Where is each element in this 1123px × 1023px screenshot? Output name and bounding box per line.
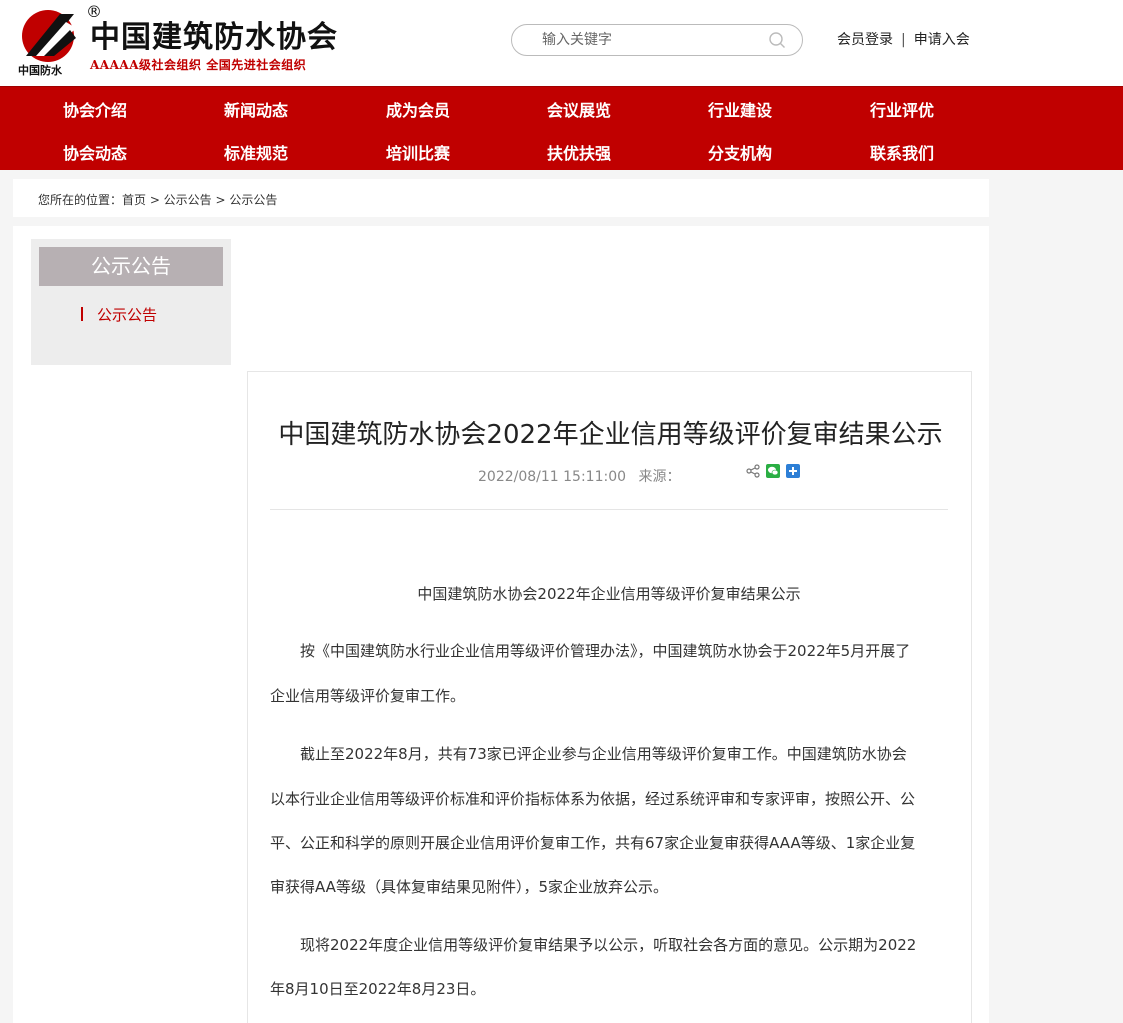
body-line: 年8月10日至2022年8月23日。 [270, 980, 486, 998]
body-line: 以本行业企业信用等级评价标准和评价指标体系为依据，经过系统评审和专家评审，按照公… [270, 790, 916, 808]
sidebar-item-announcements[interactable]: 公示公告 [81, 304, 157, 325]
svg-text:中国防水: 中国防水 [18, 63, 63, 77]
article-title: 中国建筑防水协会2022年企业信用等级评价复审结果公示 [278, 420, 943, 450]
body-line: 现将2022年度企业信用等级评价复审结果予以公示，听取社会各方面的意见。公示期为… [270, 936, 917, 954]
breadcrumb: 您所在的位置：首页 > 公示公告 > 公示公告 [13, 179, 989, 217]
nav-item-standards[interactable]: 标准规范 [224, 140, 344, 164]
body-line: 截止至2022年8月，共有73家已评企业参与企业信用等级评价复审工作。中国建筑防… [270, 745, 907, 763]
main-nav: 协会介绍 新闻动态 成为会员 会议展览 行业建设 行业评优 协会动态 标准规范 … [0, 86, 1123, 170]
search-input[interactable] [542, 25, 762, 55]
body-line: 按《中国建筑防水行业企业信用等级评价管理办法》，中国建筑防水协会于2022年5月… [270, 642, 911, 660]
wechat-icon[interactable] [766, 464, 780, 478]
member-separator: | [901, 32, 906, 48]
nav-item-association-news[interactable]: 协会动态 [63, 140, 183, 164]
member-login-link[interactable]: 会员登录 [837, 32, 893, 48]
breadcrumb-text[interactable]: 您所在的位置：首页 > 公示公告 > 公示公告 [38, 191, 277, 208]
nav-item-training[interactable]: 培训比赛 [386, 140, 506, 164]
site-title: 中国建筑防水协会 [90, 20, 338, 55]
member-links: 会员登录 | 申请入会 [837, 29, 970, 49]
article: 中国建筑防水协会2022年企业信用等级评价复审结果公示 2022/08/11 1… [247, 371, 972, 1023]
nav-item-industry[interactable]: 行业建设 [708, 97, 828, 121]
site-logo[interactable]: 中国防水 ® 中国建筑防水协会 AAAAA级社会组织 全国先进社会组织 [18, 2, 348, 78]
nav-item-support[interactable]: 扶优扶强 [547, 140, 667, 164]
body-title: 中国建筑防水协会2022年企业信用等级评价复审结果公示 [417, 585, 801, 603]
sidebar: 公示公告 公示公告 [31, 239, 231, 365]
active-indicator [81, 307, 83, 321]
search-icon[interactable] [768, 31, 786, 49]
nav-item-exhibitions[interactable]: 会议展览 [547, 97, 667, 121]
site-slogan: AAAAA级社会组织 全国先进社会组织 [90, 58, 307, 72]
sidebar-item-label: 公示公告 [97, 306, 158, 324]
nav-item-contact[interactable]: 联系我们 [870, 140, 990, 164]
body-line: 审获得AA等级（具体复审结果见附件），5家企业放弃公示。 [270, 878, 668, 896]
nav-item-branches[interactable]: 分支机构 [708, 140, 828, 164]
nav-item-awards[interactable]: 行业评优 [870, 97, 990, 121]
article-source-label: 来源： [638, 469, 681, 485]
sidebar-title: 公示公告 [39, 247, 223, 286]
body-line: 企业信用等级评价复审工作。 [270, 687, 466, 705]
add-more-icon[interactable] [786, 464, 800, 478]
body-line: 平、公正和科学的原则开展企业信用评价复审工作，共有67家企业复审获得AAA等级、… [270, 834, 916, 852]
article-datetime: 2022/08/11 15:11:00 [478, 469, 627, 485]
join-link[interactable]: 申请入会 [914, 32, 970, 48]
search-box [511, 24, 803, 56]
nav-item-membership[interactable]: 成为会员 [386, 97, 506, 121]
logo-mark-icon: 中国防水 [18, 10, 76, 77]
nav-item-news[interactable]: 新闻动态 [224, 97, 344, 121]
header: 中国防水 ® 中国建筑防水协会 AAAAA级社会组织 全国先进社会组织 会员登录… [0, 0, 1123, 86]
article-divider [270, 509, 948, 510]
share-icon[interactable] [746, 464, 760, 478]
article-meta: 2022/08/11 15:11:00 来源： [478, 466, 680, 486]
nav-item-about[interactable]: 协会介绍 [63, 97, 183, 121]
